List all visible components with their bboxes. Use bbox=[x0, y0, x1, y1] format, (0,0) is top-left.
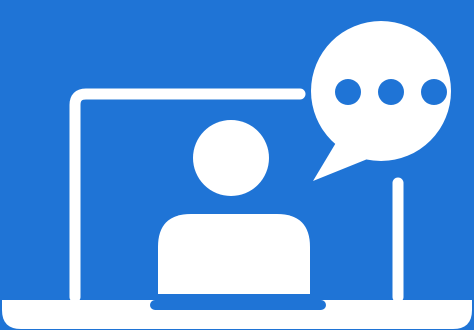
ellipsis-icon bbox=[335, 79, 447, 105]
ellipsis-dot-3 bbox=[421, 79, 447, 105]
laptop-notch bbox=[150, 300, 326, 310]
ellipsis-dot-1 bbox=[335, 79, 361, 105]
video-chat-illustration bbox=[0, 0, 474, 330]
person-head bbox=[193, 120, 269, 196]
ellipsis-dot-2 bbox=[378, 79, 404, 105]
person-body bbox=[158, 214, 310, 294]
